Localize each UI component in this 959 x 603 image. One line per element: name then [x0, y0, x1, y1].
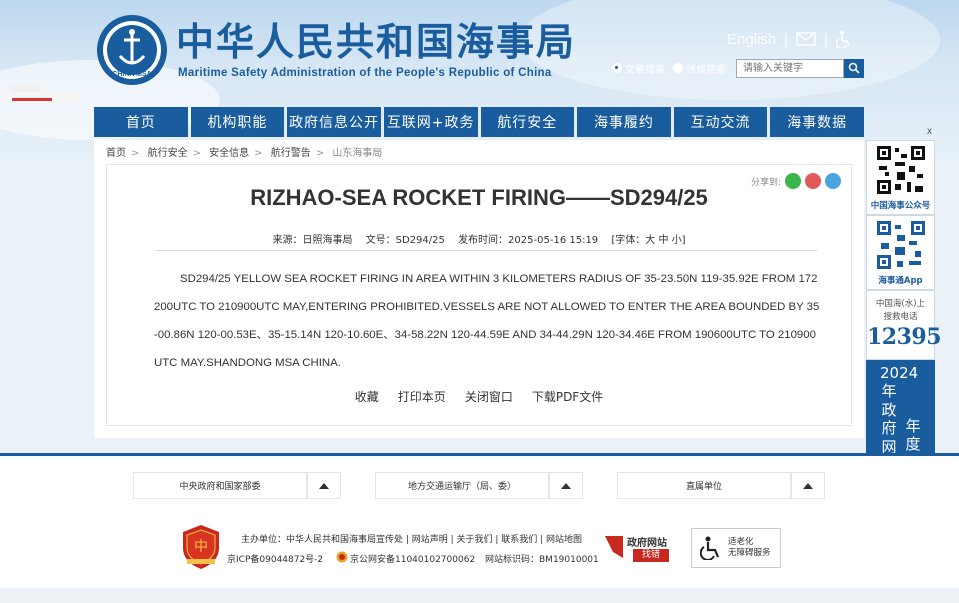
- police-badge-icon: [336, 551, 348, 563]
- close-window-link[interactable]: 关闭窗口: [465, 388, 513, 405]
- site-title-en: Maritime Safety Administration of the Pe…: [178, 67, 552, 79]
- nav-item-gov-info[interactable]: 政府信息公开: [287, 107, 381, 137]
- accessibility-icon[interactable]: [836, 30, 852, 48]
- english-link[interactable]: English: [727, 31, 776, 48]
- meta-publish-time: 发布时间：2025-05-16 15:19: [458, 235, 599, 246]
- qr-app[interactable]: 海事通App: [866, 215, 935, 290]
- elder-accessibility-service[interactable]: 适老化 无障碍服务: [691, 528, 781, 568]
- dropdown-local-transport-toggle[interactable]: [549, 472, 583, 499]
- bottom-strip: [0, 588, 959, 603]
- elder-text-2: 无障碍服务: [728, 548, 771, 558]
- breadcrumb-nav-safety[interactable]: 航行安全: [148, 148, 188, 159]
- qr-code-icon: [875, 219, 927, 271]
- breadcrumb-safety-info[interactable]: 安全信息: [209, 148, 249, 159]
- breadcrumb-home[interactable]: 首页: [106, 148, 126, 159]
- nav-item-home[interactable]: 首页: [94, 107, 188, 137]
- radio-regulation-search[interactable]: [673, 63, 683, 73]
- caret-up-icon: [561, 482, 571, 489]
- hotline-label-1: 中国海(水)上: [875, 299, 926, 309]
- dropdown-direct-units-toggle[interactable]: [791, 472, 825, 499]
- dropdown-direct-units[interactable]: 直属单位: [617, 472, 791, 499]
- top-right-links: English | |: [727, 28, 852, 50]
- footer-police-record[interactable]: 京公网安备11040102700062: [350, 552, 475, 565]
- article-title: RIZHAO-SEA ROCKET FIRING——SD294/25: [250, 185, 708, 210]
- rescue-hotline[interactable]: 中国海(水)上 搜救电话 12395: [866, 290, 942, 360]
- article-meta: 来源：日照海事局 文号：SD294/25 发布时间：2025-05-16 15:…: [107, 231, 851, 246]
- footer-site-id: 网站标识码：BM19010001: [485, 555, 599, 565]
- party-gov-emblem-icon[interactable]: 中: [181, 524, 221, 570]
- footer-icp[interactable]: 京ICP备09044872号-2: [227, 552, 323, 565]
- footer: 中央政府和国家部委 地方交通运输厅（局、委） 直属单位 中 主办单位：中华人民共…: [0, 456, 959, 588]
- caret-up-icon: [803, 482, 813, 489]
- wheelchair-icon: [700, 536, 720, 560]
- font-size-switch[interactable]: [字体：大 中 小]: [611, 235, 685, 246]
- ship-image: [0, 84, 80, 102]
- elder-text-1: 适老化: [728, 537, 754, 547]
- qr-wechat-label: 中国海事公众号: [870, 201, 931, 211]
- article-box: 分享到: RIZHAO-SEA ROCKET FIRING——SD294/25 …: [106, 164, 852, 426]
- breadcrumb: 首页 > 航行安全 > 安全信息 > 航行警告 > 山东海事局: [106, 148, 383, 159]
- main-nav: 首页 机构职能 政府信息公开 互联网+政务 航行安全 海事履约 互动交流 海事数…: [94, 107, 864, 137]
- qr-wechat[interactable]: 中国海事公众号: [866, 140, 935, 215]
- gov-badge-text-2: 找错: [633, 549, 669, 562]
- qr-app-label: 海事通App: [878, 276, 923, 286]
- nav-item-compliance[interactable]: 海事履约: [577, 107, 671, 137]
- search-icon: [848, 62, 860, 74]
- search-input[interactable]: [736, 58, 844, 78]
- site-title-cn[interactable]: 中华人民共和国海事局: [176, 20, 576, 64]
- dropdown-local-transport[interactable]: 地方交通运输厅（局、委）: [375, 472, 549, 499]
- download-pdf-link[interactable]: 下载PDF文件: [532, 388, 603, 405]
- breadcrumb-shandong[interactable]: 山东海事局: [332, 148, 382, 159]
- article-actions: 收藏 打印本页 关闭窗口 下载PDF文件: [107, 388, 851, 405]
- print-link[interactable]: 打印本页: [398, 388, 446, 405]
- radio-article-search[interactable]: [612, 63, 622, 73]
- msa-logo-icon[interactable]: CHINA MSA: [96, 14, 168, 86]
- search-button[interactable]: [844, 58, 864, 78]
- nav-item-data[interactable]: 海事数据: [770, 107, 864, 137]
- gov-website-error-report[interactable]: 政府网站 找错: [603, 532, 675, 564]
- gov-site-logo-icon: [605, 536, 623, 558]
- dropdown-central-gov[interactable]: 中央政府和国家部委: [133, 472, 307, 499]
- favorite-link[interactable]: 收藏: [355, 388, 379, 405]
- nav-item-internet-gov[interactable]: 互联网+政务: [383, 107, 478, 137]
- footer-sponsor-line[interactable]: 主办单位：中华人民共和国海事局宣传处 | 网站声明 | 关于我们 | 联系我们 …: [241, 532, 582, 545]
- content-panel: 首页 > 航行安全 > 安全信息 > 航行警告 > 山东海事局 分享到: RIZHAO-…: [94, 140, 864, 438]
- logo-text: CHINA MSA: [112, 71, 152, 78]
- sidebar-close-button[interactable]: x: [927, 126, 932, 137]
- divider: [155, 250, 817, 251]
- article-body: SD294/25 YELLOW SEA ROCKET FIRING IN ARE…: [154, 273, 820, 369]
- breadcrumb-nav-warning[interactable]: 航行警告: [271, 148, 311, 159]
- meta-source: 来源：日照海事局: [272, 235, 353, 246]
- meta-doc-no: 文号：SD294/25: [365, 235, 445, 246]
- qr-code-icon: [875, 144, 927, 196]
- nav-item-functions[interactable]: 机构职能: [190, 107, 285, 137]
- search-row: 文章搜索 法规搜索: [612, 58, 864, 78]
- caret-up-icon: [319, 482, 329, 489]
- svg-text:中: 中: [194, 539, 208, 555]
- radio-article-label: 文章搜索: [625, 64, 665, 76]
- radio-regulation-label: 法规搜索: [686, 64, 726, 76]
- nav-item-interaction[interactable]: 互动交流: [673, 107, 768, 137]
- mail-icon[interactable]: [796, 32, 816, 46]
- dropdown-central-gov-toggle[interactable]: [307, 472, 341, 499]
- hotline-label-2: 搜救电话: [883, 312, 918, 322]
- gov-badge-text-1: 政府网站: [627, 538, 667, 549]
- nav-item-navigation-safety[interactable]: 航行安全: [480, 107, 575, 137]
- hotline-number: 12395: [867, 324, 942, 350]
